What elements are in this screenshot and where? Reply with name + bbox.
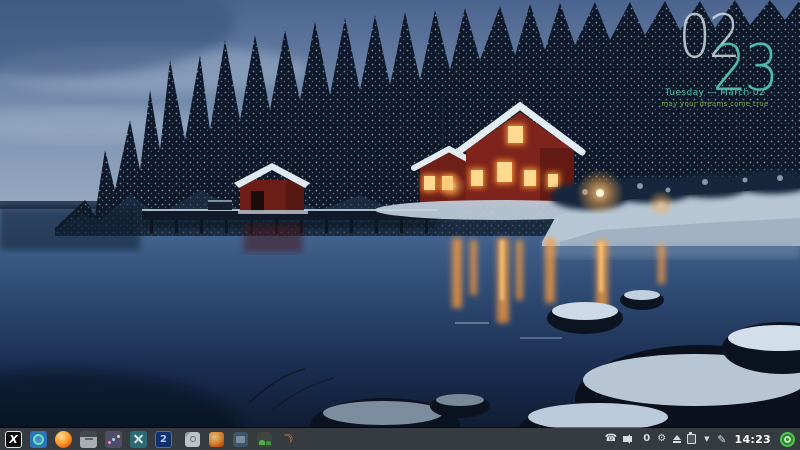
media-dots-icon <box>112 438 115 441</box>
drawer-icon <box>236 436 245 443</box>
window-firefox[interactable] <box>209 432 224 447</box>
window-system-monitor[interactable] <box>257 432 272 447</box>
dropdown-arrow-icon[interactable]: ▼ <box>702 436 711 443</box>
settings-gear-icon[interactable]: ⚙ <box>657 434 666 444</box>
app-menu-icon: X <box>9 433 17 446</box>
file-cabinet-icon <box>85 438 93 440</box>
tray-clock[interactable]: 14:23 <box>734 433 771 446</box>
power-icon <box>784 436 791 443</box>
media-dots-launcher[interactable] <box>105 431 122 448</box>
wallpaper-image <box>0 0 800 450</box>
moon-icon: ☽ <box>279 430 298 449</box>
power-button[interactable] <box>780 432 795 447</box>
build-tools-launcher[interactable] <box>130 431 147 448</box>
desktop[interactable]: 02 23 Tuesday — March 02 may your dreams… <box>0 0 800 450</box>
phone-connect-icon[interactable]: ☎ <box>605 434 617 444</box>
window-moon-app[interactable]: ☽ <box>278 428 299 449</box>
document-icon <box>190 436 196 442</box>
notification-count[interactable]: 0 <box>642 434 651 444</box>
system-tray: ☎ 0 ⚙ ▼ ✎ 14:23 <box>605 432 795 447</box>
file-cabinet-launcher[interactable] <box>80 431 97 448</box>
window-files[interactable] <box>233 432 248 447</box>
software-center-icon <box>33 434 44 445</box>
window-list: ☽ <box>185 432 296 447</box>
app-menu-button[interactable]: X <box>5 431 22 448</box>
window-text-document[interactable] <box>185 432 200 447</box>
launcher-group: X 2 <box>5 431 172 448</box>
taskbar: X 2 <box>0 428 800 450</box>
graph-icon <box>259 440 265 445</box>
software-center-launcher[interactable] <box>30 431 47 448</box>
firefox-launcher[interactable] <box>55 431 72 448</box>
eject-icon[interactable] <box>672 435 681 443</box>
document-viewer-launcher[interactable]: 2 <box>155 431 172 448</box>
pen-icon[interactable]: ✎ <box>717 434 726 445</box>
volume-icon[interactable] <box>623 436 632 442</box>
document-viewer-icon: 2 <box>160 434 167 445</box>
battery-icon[interactable] <box>687 434 696 444</box>
